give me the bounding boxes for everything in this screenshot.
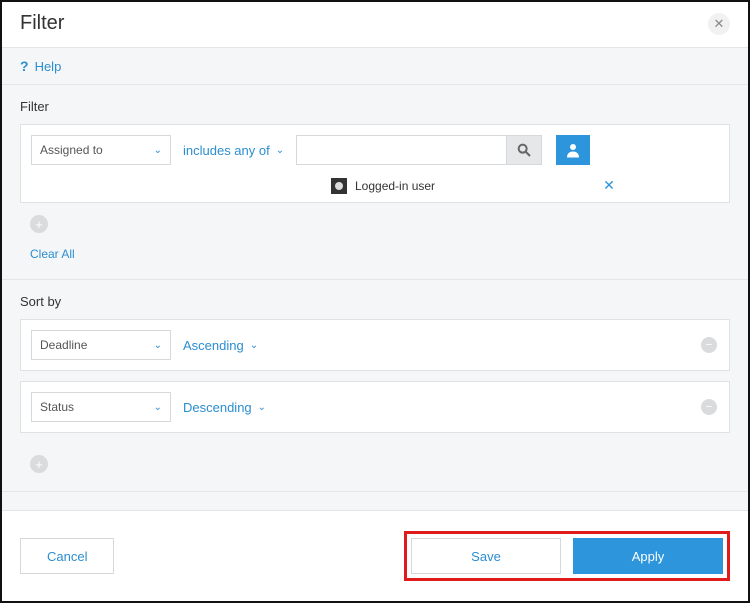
dialog-title: Filter xyxy=(20,12,64,35)
highlighted-actions: Save Apply xyxy=(404,531,730,581)
filter-search-input[interactable] xyxy=(296,135,506,165)
filter-field-select[interactable]: Assigned to ⌄ xyxy=(31,135,171,165)
filter-value-row: Logged-in user ✕ xyxy=(21,173,729,202)
help-icon: ? xyxy=(20,58,29,74)
filter-card: Assigned to ⌄ includes any of ⌄ xyxy=(20,124,730,203)
sort-row: Status ⌄ Descending ⌄ − xyxy=(20,381,730,433)
person-icon xyxy=(564,141,582,159)
chevron-down-icon: ⌄ xyxy=(154,402,162,413)
plus-icon: + xyxy=(35,217,43,232)
sort-direction-value: Ascending xyxy=(183,338,244,353)
add-filter-button[interactable]: + xyxy=(30,215,48,233)
chevron-down-icon: ⌄ xyxy=(258,402,266,413)
minus-icon: − xyxy=(706,339,712,351)
chevron-down-icon: ⌄ xyxy=(276,145,284,156)
close-icon: ✕ xyxy=(714,16,725,32)
filter-search-group xyxy=(296,135,542,165)
save-button[interactable]: Save xyxy=(411,538,561,574)
plus-icon: + xyxy=(35,457,43,472)
logged-in-user-chip: Logged-in user xyxy=(331,178,435,194)
sort-field-select[interactable]: Deadline ⌄ xyxy=(31,330,171,360)
user-avatar-icon xyxy=(331,178,347,194)
chip-remove-button[interactable]: ✕ xyxy=(603,177,615,194)
remove-sort-button[interactable]: − xyxy=(701,399,717,415)
filter-field-value: Assigned to xyxy=(40,143,103,157)
minus-icon: − xyxy=(706,401,712,413)
remove-sort-button[interactable]: − xyxy=(701,337,717,353)
apply-button[interactable]: Apply xyxy=(573,538,723,574)
filter-dialog: Filter ✕ ? Help Filter Assigned to ⌄ inc… xyxy=(0,0,750,603)
filter-row: Assigned to ⌄ includes any of ⌄ xyxy=(21,125,729,173)
cancel-button[interactable]: Cancel xyxy=(20,538,114,574)
chip-label: Logged-in user xyxy=(355,179,435,193)
sort-section-label: Sort by xyxy=(20,294,730,309)
sort-direction-value: Descending xyxy=(183,400,252,415)
close-button[interactable]: ✕ xyxy=(708,13,730,35)
search-icon xyxy=(516,142,532,158)
dialog-body: Filter Assigned to ⌄ includes any of ⌄ xyxy=(2,85,748,510)
sort-field-select[interactable]: Status ⌄ xyxy=(31,392,171,422)
filter-section-label: Filter xyxy=(20,99,730,114)
person-picker-button[interactable] xyxy=(556,135,590,165)
filter-search-button[interactable] xyxy=(506,135,542,165)
sort-field-value: Status xyxy=(40,400,74,414)
dialog-header: Filter ✕ xyxy=(2,2,748,48)
chevron-down-icon: ⌄ xyxy=(250,340,258,351)
clear-all-link[interactable]: Clear All xyxy=(30,247,75,261)
filter-operator-value: includes any of xyxy=(183,143,270,158)
filter-section: Filter Assigned to ⌄ includes any of ⌄ xyxy=(2,85,748,280)
dialog-footer: Cancel Save Apply xyxy=(2,510,748,601)
sort-field-value: Deadline xyxy=(40,338,87,352)
sort-direction-select[interactable]: Ascending ⌄ xyxy=(179,330,262,360)
add-sort-button[interactable]: + xyxy=(30,455,48,473)
add-sort-row: + xyxy=(20,443,730,473)
chevron-down-icon: ⌄ xyxy=(154,340,162,351)
sort-row: Deadline ⌄ Ascending ⌄ − xyxy=(20,319,730,371)
sort-section: Sort by Deadline ⌄ Ascending ⌄ − Status … xyxy=(2,280,748,492)
help-label: Help xyxy=(35,59,62,74)
help-link[interactable]: ? Help xyxy=(2,48,748,85)
chevron-down-icon: ⌄ xyxy=(154,145,162,156)
sort-direction-select[interactable]: Descending ⌄ xyxy=(179,392,270,422)
filter-operator-select[interactable]: includes any of ⌄ xyxy=(179,135,288,165)
add-filter-row: + xyxy=(20,203,730,233)
